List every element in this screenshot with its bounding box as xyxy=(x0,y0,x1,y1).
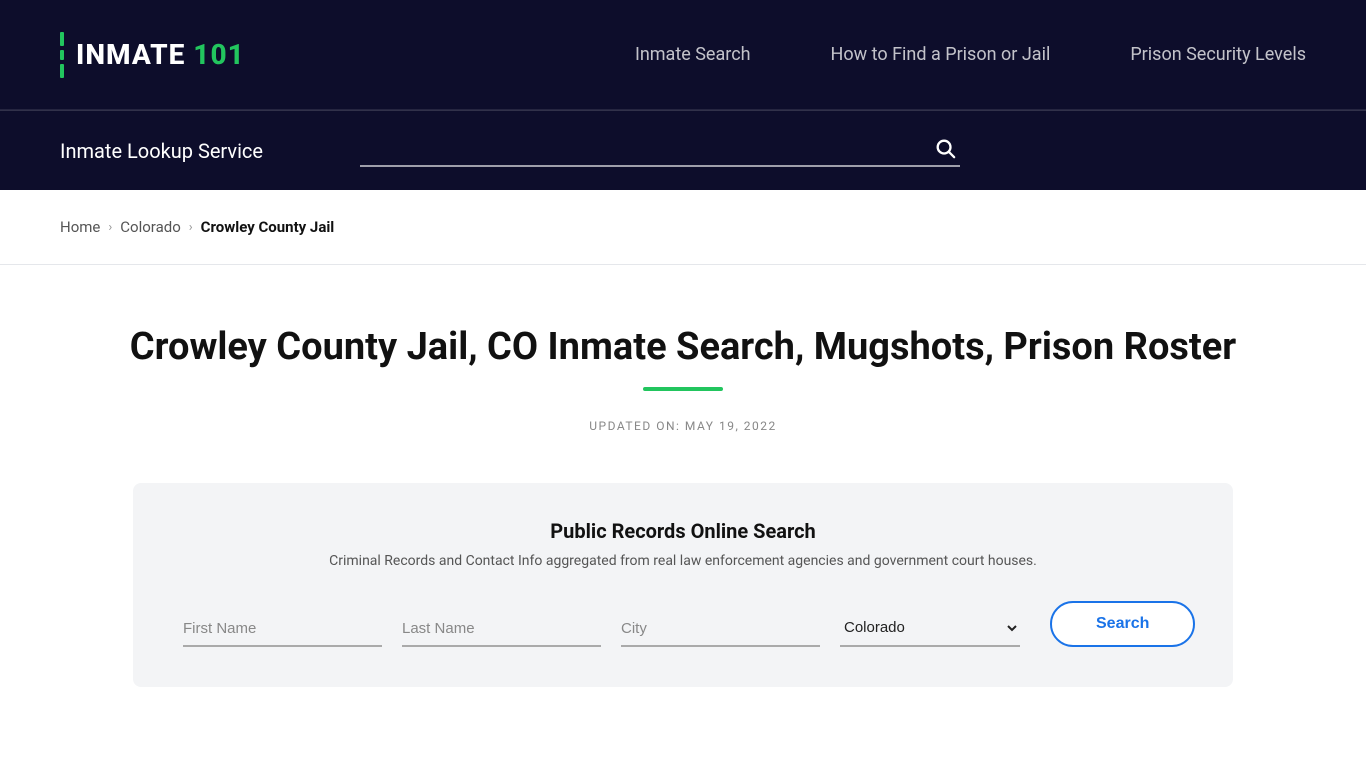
logo[interactable]: INMATE 101 xyxy=(60,32,245,78)
nav-link-how-to-find[interactable]: How to Find a Prison or Jail xyxy=(831,44,1051,65)
search-icon-button[interactable] xyxy=(930,137,960,159)
breadcrumb-sep-1: › xyxy=(108,220,112,235)
search-card-description: Criminal Records and Contact Info aggreg… xyxy=(183,553,1183,569)
nav-link-inmate-search[interactable]: Inmate Search xyxy=(635,44,751,65)
nav-link-security-levels[interactable]: Prison Security Levels xyxy=(1130,44,1306,65)
nav-links: Inmate Search How to Find a Prison or Ja… xyxy=(635,44,1306,65)
breadcrumb-colorado[interactable]: Colorado xyxy=(120,218,180,236)
breadcrumb-home[interactable]: Home xyxy=(60,218,100,236)
logo-text: INMATE 101 xyxy=(76,38,245,71)
page-title: Crowley County Jail, CO Inmate Search, M… xyxy=(60,325,1306,371)
title-underline xyxy=(643,387,723,391)
city-input[interactable] xyxy=(621,612,820,647)
last-name-input[interactable] xyxy=(402,612,601,647)
logo-icon xyxy=(60,32,64,78)
first-name-input[interactable] xyxy=(183,612,382,647)
state-field: AlabamaAlaskaArizonaArkansasCaliforniaCo… xyxy=(840,610,1020,647)
search-card-title: Public Records Online Search xyxy=(183,519,1183,543)
search-form-row: AlabamaAlaskaArizonaArkansasCaliforniaCo… xyxy=(183,601,1183,647)
logo-bar-3 xyxy=(60,64,64,78)
breadcrumb-current: Crowley County Jail xyxy=(201,218,335,236)
logo-bar-2 xyxy=(60,50,64,60)
updated-text: UPDATED ON: MAY 19, 2022 xyxy=(60,419,1306,433)
last-name-field xyxy=(402,612,601,647)
search-card: Public Records Online Search Criminal Re… xyxy=(133,483,1233,687)
state-select[interactable]: AlabamaAlaskaArizonaArkansasCaliforniaCo… xyxy=(840,610,1020,647)
search-bar-section: Inmate Lookup Service xyxy=(0,110,1366,190)
top-navigation: INMATE 101 Inmate Search How to Find a P… xyxy=(0,0,1366,110)
logo-bar-1 xyxy=(60,32,64,46)
search-icon xyxy=(934,137,956,159)
search-input[interactable] xyxy=(360,135,930,161)
breadcrumb-sep-2: › xyxy=(189,220,193,235)
main-content: Crowley County Jail, CO Inmate Search, M… xyxy=(0,265,1366,727)
breadcrumb-section: Home › Colorado › Crowley County Jail xyxy=(0,190,1366,265)
search-button[interactable]: Search xyxy=(1050,601,1195,647)
first-name-field xyxy=(183,612,382,647)
search-input-wrapper xyxy=(360,135,960,167)
search-bar-label: Inmate Lookup Service xyxy=(60,139,320,163)
city-field xyxy=(621,612,820,647)
breadcrumb: Home › Colorado › Crowley County Jail xyxy=(60,218,1306,236)
